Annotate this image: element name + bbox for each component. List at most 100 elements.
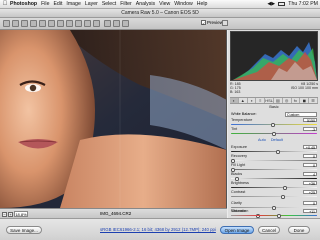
- graduated-filter-icon[interactable]: [93, 20, 100, 27]
- zoom-in-button[interactable]: +: [8, 211, 13, 217]
- straighten-tool-icon[interactable]: [57, 20, 64, 27]
- menu-window[interactable]: Window: [174, 1, 192, 7]
- workflow-options-link[interactable]: sRGB IEC61966-2.1; 16 bit; 4368 by 2912 …: [100, 227, 216, 232]
- preview-status-bar: − + 18.8% IMG_4694.CR2: [0, 208, 227, 218]
- slider-label: Blacks: [231, 172, 243, 176]
- apple-menu-icon[interactable]: : [0, 1, 10, 7]
- zoom-tool-icon[interactable]: [3, 20, 10, 27]
- menu-select[interactable]: Select: [102, 1, 116, 7]
- tab-lens-icon[interactable]: ▤: [274, 98, 283, 103]
- slider-track[interactable]: [231, 186, 317, 189]
- section-title: Basic: [269, 105, 279, 109]
- hand-tool-icon[interactable]: [12, 20, 19, 27]
- clock[interactable]: Thu 7:02 PM: [288, 1, 318, 7]
- slider-label: Recovery: [231, 154, 248, 158]
- slider-thumb[interactable]: [277, 214, 281, 218]
- slider-track[interactable]: [231, 168, 317, 171]
- menu-image[interactable]: Image: [66, 1, 80, 7]
- adjustment-brush-icon[interactable]: [84, 20, 91, 27]
- rotate-left-icon[interactable]: [113, 20, 120, 27]
- cancel-button[interactable]: Cancel: [258, 226, 280, 234]
- tab-detail-icon[interactable]: ◑: [248, 98, 257, 103]
- slider-value[interactable]: +36: [303, 180, 317, 185]
- slider-track[interactable]: [231, 159, 317, 162]
- histogram-graph: [233, 42, 317, 80]
- slider-label: Contrast: [231, 190, 246, 194]
- preview-toggle[interactable]: ✓ Preview: [201, 20, 223, 26]
- slider-value[interactable]: 0: [303, 153, 317, 158]
- open-image-button[interactable]: Open Image: [220, 226, 254, 234]
- rotate-right-icon[interactable]: [122, 20, 129, 27]
- slider-thumb[interactable]: [281, 195, 285, 199]
- dialog-title: Camera Raw 5.0 – Canon EOS 5D: [0, 9, 320, 18]
- targeted-adjustment-tool-icon[interactable]: [39, 20, 46, 27]
- slider-track[interactable]: [231, 177, 317, 180]
- menu-help[interactable]: Help: [197, 1, 208, 7]
- slider-tint: Tint -3: [231, 126, 317, 136]
- white-balance-select[interactable]: Custom: [285, 111, 317, 117]
- image-preview[interactable]: [0, 30, 227, 208]
- slider-label: Saturation: [231, 209, 249, 213]
- menu-view[interactable]: View: [159, 1, 170, 7]
- menu-file[interactable]: File: [41, 1, 49, 7]
- tab-snapshots-icon[interactable]: ☰: [309, 98, 318, 103]
- slider-value[interactable]: -3: [303, 126, 317, 131]
- tab-camera-calibration-icon[interactable]: fx: [292, 98, 301, 103]
- slider-thumb[interactable]: [231, 168, 235, 172]
- red-eye-tool-icon[interactable]: [75, 20, 82, 27]
- menu-edit[interactable]: Edit: [53, 1, 62, 7]
- slider-thumb[interactable]: [276, 150, 280, 154]
- volume-icon[interactable]: ◀▶: [267, 1, 275, 7]
- preferences-icon[interactable]: [104, 20, 111, 27]
- slider-value[interactable]: 0: [303, 200, 317, 205]
- slider-thumb[interactable]: [235, 177, 239, 181]
- slider-value[interactable]: 4: [303, 171, 317, 176]
- menu-layer[interactable]: Layer: [85, 1, 98, 7]
- slider-track[interactable]: [231, 150, 317, 153]
- crop-tool-icon[interactable]: [48, 20, 55, 27]
- tab-effects-icon[interactable]: ◎: [283, 98, 292, 103]
- menu-extras: ◀▶ Thu 7:02 PM: [267, 1, 320, 7]
- readout-b: B: 163: [230, 90, 241, 95]
- fullscreen-icon[interactable]: [222, 20, 228, 26]
- auto-link[interactable]: Auto: [258, 138, 266, 142]
- zoom-out-button[interactable]: −: [2, 211, 7, 217]
- slider-label: Fill Light: [231, 163, 246, 167]
- slider-track[interactable]: [231, 195, 317, 198]
- menu-analysis[interactable]: Analysis: [136, 1, 155, 7]
- menu-photoshop[interactable]: Photoshop: [10, 1, 37, 7]
- tab-hsl-icon[interactable]: ≡: [256, 98, 266, 103]
- slider-thumb[interactable]: [271, 123, 275, 127]
- tool-strip: ✓ Preview: [0, 18, 320, 30]
- slider-saturation: Saturation +11: [231, 208, 317, 218]
- slider-value[interactable]: 5150: [303, 117, 317, 122]
- slider-value[interactable]: +0.45: [303, 144, 317, 149]
- slider-thumb[interactable]: [272, 132, 276, 136]
- color-sampler-tool-icon[interactable]: [30, 20, 37, 27]
- slider-thumb[interactable]: [283, 186, 287, 190]
- tab-tone-curve-icon[interactable]: ▲: [239, 98, 248, 103]
- slider-value[interactable]: +25: [303, 189, 317, 194]
- slider-track[interactable]: [231, 214, 317, 217]
- tab-basic-icon[interactable]: ◐: [230, 98, 239, 103]
- slider-thumb[interactable]: [231, 159, 235, 163]
- readout-iso: ISO 100 100 mm: [290, 86, 318, 91]
- zoom-level-select[interactable]: 18.8%: [14, 211, 28, 217]
- tab-presets-icon[interactable]: ◼: [300, 98, 310, 103]
- camera-raw-screen:  Photoshop File Edit Image Layer Select…: [0, 0, 320, 240]
- spot-removal-tool-icon[interactable]: [66, 20, 73, 27]
- slider-value[interactable]: +11: [303, 208, 317, 213]
- menu-filter[interactable]: Filter: [120, 1, 132, 7]
- white-balance-tool-icon[interactable]: [21, 20, 28, 27]
- preview-checkbox[interactable]: ✓: [201, 20, 206, 26]
- slider-label: Temperature: [231, 118, 253, 122]
- tab-split-toning-icon[interactable]: HSL: [265, 98, 274, 103]
- white-balance-label: White Balance:: [231, 112, 257, 116]
- save-image-button[interactable]: Save Image...: [6, 226, 42, 234]
- photo-preview-image: [0, 30, 226, 208]
- slider-label: Clarity: [231, 201, 242, 205]
- slider-value[interactable]: 0: [303, 162, 317, 167]
- done-button[interactable]: Done: [288, 226, 310, 234]
- battery-icon[interactable]: [278, 2, 286, 6]
- default-link[interactable]: Default: [271, 138, 283, 142]
